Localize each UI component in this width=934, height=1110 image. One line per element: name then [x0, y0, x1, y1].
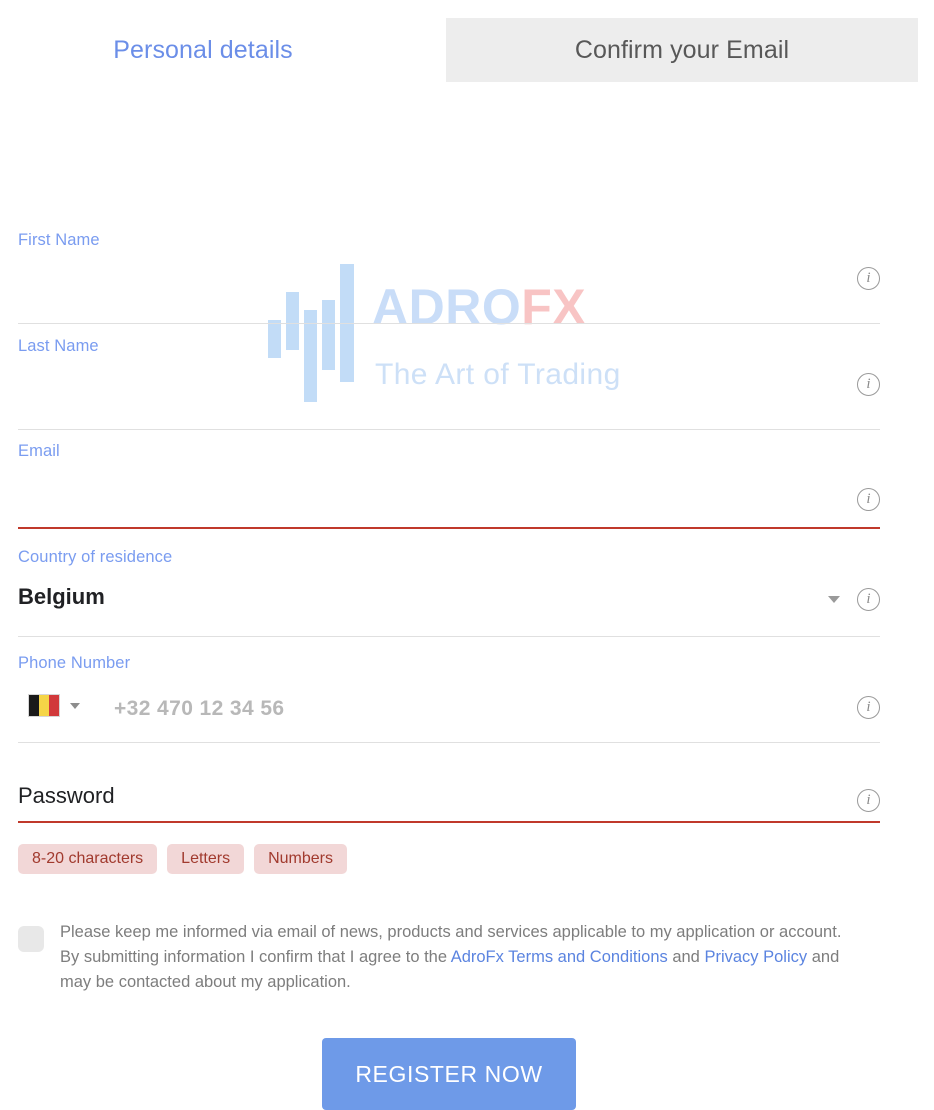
info-icon[interactable]: i — [857, 266, 880, 290]
info-icon[interactable]: i — [857, 587, 880, 611]
terms-and-conditions-link[interactable]: AdroFx Terms and Conditions — [451, 948, 668, 966]
info-icon[interactable]: i — [857, 695, 880, 719]
field-country: Country of residence Belgium i — [18, 549, 880, 637]
email-underline-error — [18, 526, 880, 529]
country-underline — [18, 635, 880, 637]
phone-label: Phone Number — [18, 654, 131, 672]
field-email: Email i — [18, 443, 880, 529]
last-name-underline — [18, 428, 880, 430]
info-icon[interactable]: i — [857, 372, 880, 396]
field-password: Password i — [18, 785, 880, 823]
password-underline-error — [18, 821, 880, 823]
password-requirements: 8-20 characters Letters Numbers — [18, 844, 347, 874]
consent-text: Please keep me informed via email of new… — [60, 920, 860, 995]
password-requirement-chip: Numbers — [254, 844, 347, 874]
password-input[interactable]: Password i — [18, 785, 880, 821]
password-label: Password — [18, 783, 115, 808]
country-value: Belgium — [18, 583, 105, 609]
country-select[interactable]: Belgium i — [18, 566, 880, 611]
tab-bar: Personal details Confirm your Email — [0, 0, 934, 100]
tab-confirm-email[interactable]: Confirm your Email — [446, 18, 918, 82]
consent-text-part-2: and — [667, 948, 705, 966]
password-requirement-chip: 8-20 characters — [18, 844, 158, 874]
chevron-down-icon[interactable] — [70, 702, 80, 709]
tab-confirm-email-label: Confirm your Email — [574, 35, 790, 64]
field-last-name: Last Name i — [18, 338, 880, 430]
info-icon[interactable]: i — [857, 487, 880, 511]
consent-row: Please keep me informed via email of new… — [18, 920, 898, 995]
first-name-underline — [18, 322, 880, 324]
phone-underline — [18, 741, 880, 743]
country-label: Country of residence — [18, 548, 173, 566]
field-phone: Phone Number +32 470 12 34 56 i — [18, 655, 880, 743]
info-icon[interactable]: i — [857, 789, 880, 812]
register-now-button[interactable]: REGISTER NOW — [322, 1038, 576, 1110]
phone-input-row[interactable]: +32 470 12 34 56 i — [18, 672, 880, 720]
last-name-input[interactable]: i — [18, 355, 880, 401]
tab-personal-details[interactable]: Personal details — [0, 18, 406, 82]
phone-placeholder: +32 470 12 34 56 — [114, 696, 285, 720]
last-name-label: Last Name — [18, 337, 99, 355]
first-name-input[interactable]: i — [18, 249, 880, 295]
first-name-label: First Name — [18, 231, 100, 249]
marketing-consent-checkbox[interactable] — [18, 926, 44, 952]
privacy-policy-link[interactable]: Privacy Policy — [704, 948, 807, 966]
chevron-down-icon[interactable] — [828, 595, 840, 603]
password-requirement-chip: Letters — [167, 844, 245, 874]
belgium-flag-icon[interactable] — [28, 693, 60, 717]
email-input[interactable]: i — [18, 460, 880, 511]
tab-personal-details-label: Personal details — [113, 35, 293, 64]
field-first-name: First Name i — [18, 232, 880, 324]
email-label: Email — [18, 442, 60, 460]
